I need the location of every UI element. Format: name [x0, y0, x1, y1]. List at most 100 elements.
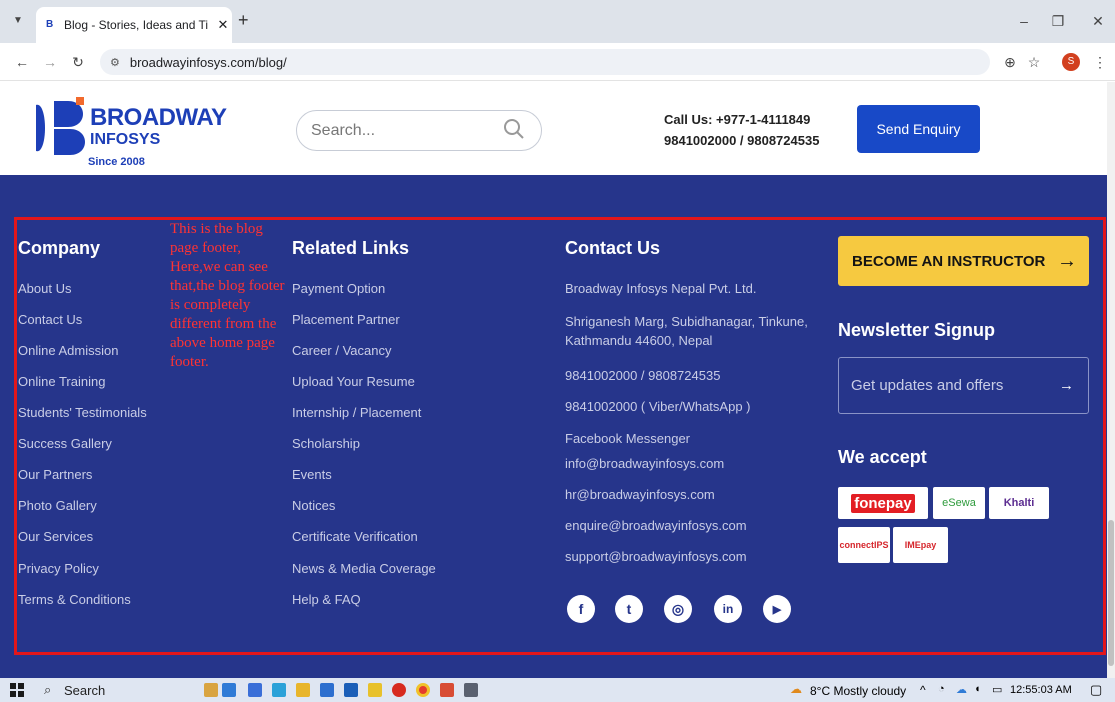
company-link[interactable]: Students' Testimonials — [18, 405, 147, 421]
company-link[interactable]: Online Admission — [18, 343, 118, 359]
related-link[interactable]: Payment Option — [292, 281, 385, 297]
tab-close-icon[interactable]: ✕ — [214, 17, 232, 33]
logo-since: Since 2008 — [88, 156, 145, 168]
contact-email[interactable]: hr@broadwayinfosys.com — [565, 487, 715, 503]
related-link[interactable]: Internship / Placement — [292, 405, 421, 421]
network-icon[interactable]: ◔ — [938, 683, 945, 695]
battery-icon[interactable]: ▭ — [992, 683, 1002, 696]
profile-avatar[interactable]: S — [1062, 53, 1080, 71]
we-accept-heading: We accept — [838, 447, 927, 467]
taskbar-search[interactable]: Search — [64, 683, 105, 698]
contact-heading: Contact Us — [565, 238, 661, 258]
scrollbar-thumb[interactable] — [1108, 520, 1114, 666]
browser-menu-icon[interactable]: ⋮ — [1090, 52, 1110, 72]
related-link[interactable]: Placement Partner — [292, 312, 400, 328]
company-link[interactable]: About Us — [18, 281, 71, 297]
back-icon[interactable]: ← — [12, 52, 32, 72]
window-close-icon[interactable]: ✕ — [1088, 11, 1108, 31]
related-link[interactable]: Scholarship — [292, 436, 360, 452]
search-icon[interactable] — [503, 118, 527, 142]
taskbar-opera-icon[interactable] — [392, 683, 406, 697]
twitter-icon[interactable]: t — [615, 595, 643, 623]
facebook-icon[interactable]: f — [567, 595, 595, 623]
company-link[interactable]: Terms & Conditions — [18, 592, 131, 608]
newsletter-heading: Newsletter Signup — [838, 320, 996, 340]
youtube-icon[interactable]: ▶ — [763, 595, 791, 623]
fonepay-text: fonepay — [851, 493, 915, 513]
search-placeholder: Search... — [311, 122, 376, 139]
related-link[interactable]: Help & FAQ — [292, 592, 361, 608]
company-link[interactable]: Our Services — [18, 529, 93, 545]
forward-icon[interactable]: → — [40, 52, 60, 72]
fonepay-logo: fonepay — [838, 487, 928, 519]
imepay-text: IMEpay — [904, 540, 937, 550]
logo-text-broadway: BROADWAY — [90, 104, 227, 131]
weather-text[interactable]: 8°C Mostly cloudy — [810, 684, 906, 698]
reload-icon[interactable]: ↻ — [68, 52, 88, 72]
related-link[interactable]: Certificate Verification — [292, 529, 418, 545]
url-bar[interactable]: ⚙ broadwayinfosys.com/blog/ — [100, 49, 990, 75]
contact-email[interactable]: support@broadwayinfosys.com — [565, 549, 747, 565]
related-link[interactable]: Career / Vacancy — [292, 343, 391, 359]
company-link[interactable]: Photo Gallery — [18, 498, 97, 514]
company-link[interactable]: Contact Us — [18, 312, 82, 328]
windows-start-icon[interactable] — [10, 683, 24, 697]
related-link[interactable]: Upload Your Resume — [292, 374, 415, 390]
tray-chevron-icon[interactable]: ^ — [920, 683, 926, 697]
browser-tab[interactable]: B Blog - Stories, Ideas and Tips | B ✕ — [36, 7, 232, 43]
tab-title: Blog - Stories, Ideas and Tips | B — [64, 18, 208, 32]
taskbar-app-icon[interactable] — [320, 683, 334, 697]
taskbar-explorer-icon[interactable] — [296, 683, 310, 697]
new-tab-button[interactable]: + — [238, 10, 249, 31]
related-link[interactable]: Notices — [292, 498, 335, 514]
taskbar-app-icon[interactable] — [368, 683, 382, 697]
weather-icon[interactable]: ☁ — [790, 682, 802, 696]
company-link[interactable]: Privacy Policy — [18, 561, 99, 577]
taskbar-search-icon[interactable]: ⌕ — [44, 682, 51, 698]
taskbar-app-icon[interactable] — [222, 683, 236, 697]
connectips-text: connectIPS — [839, 540, 889, 550]
khalti-text: Khalti — [1003, 497, 1035, 509]
contact-viber[interactable]: 9841002000 ( Viber/WhatsApp ) — [565, 399, 751, 415]
volume-icon[interactable]: ◖ — [974, 683, 981, 695]
related-link[interactable]: Events — [292, 467, 332, 483]
contact-phones[interactable]: 9841002000 / 9808724535 — [565, 368, 720, 384]
newsletter-input[interactable]: Get updates and offers → — [838, 357, 1089, 414]
clock-time[interactable]: 12:55:03 AM — [1010, 684, 1072, 696]
become-instructor-button[interactable]: BECOME AN INSTRUCTOR → — [838, 236, 1089, 286]
onedrive-icon[interactable]: ☁ — [956, 683, 967, 696]
company-link[interactable]: Success Gallery — [18, 436, 112, 452]
contact-email[interactable]: enquire@broadwayinfosys.com — [565, 518, 747, 534]
instagram-icon[interactable]: ◎ — [664, 595, 692, 623]
company-link[interactable]: Our Partners — [18, 467, 92, 483]
restore-icon[interactable]: ❐ — [1048, 11, 1068, 31]
call-label: Call Us: +977-1-4111849 — [664, 112, 811, 127]
connectips-logo: connectIPS — [838, 527, 890, 563]
contact-email[interactable]: info@broadwayinfosys.com — [565, 456, 724, 472]
related-link[interactable]: News & Media Coverage — [292, 561, 436, 577]
broadway-logo-icon[interactable] — [28, 97, 90, 159]
site-info-icon[interactable]: ⚙ — [110, 56, 120, 69]
linkedin-icon[interactable]: in — [714, 595, 742, 623]
minimize-icon[interactable]: – — [1014, 11, 1034, 31]
taskbar-mail-icon[interactable] — [344, 683, 358, 697]
taskbar — [0, 678, 1115, 702]
taskbar-app-icon[interactable] — [248, 683, 262, 697]
tab-list-chevron-icon[interactable]: ▼ — [8, 11, 28, 31]
contact-messenger[interactable]: Facebook Messenger — [565, 431, 690, 447]
bookmark-star-icon[interactable]: ☆ — [1024, 52, 1044, 72]
notification-icon[interactable]: ▢ — [1090, 682, 1102, 698]
taskbar-app-icon[interactable] — [204, 683, 218, 697]
zoom-icon[interactable]: ⊕ — [1000, 52, 1020, 72]
arrow-right-icon: → — [1057, 249, 1077, 272]
taskbar-app-icon[interactable] — [272, 683, 286, 697]
newsletter-submit-icon[interactable]: → — [1059, 377, 1074, 394]
taskbar-chrome-icon[interactable] — [416, 683, 430, 697]
company-link[interactable]: Online Training — [18, 374, 105, 390]
taskbar-app-icon[interactable] — [464, 683, 478, 697]
related-links-heading: Related Links — [292, 238, 410, 258]
annotation-note: This is the blog page footer, Here,we ca… — [170, 221, 285, 370]
url-text: broadwayinfosys.com/blog/ — [129, 54, 287, 70]
taskbar-app-icon[interactable] — [440, 683, 454, 697]
send-enquiry-button[interactable]: Send Enquiry — [857, 105, 980, 153]
